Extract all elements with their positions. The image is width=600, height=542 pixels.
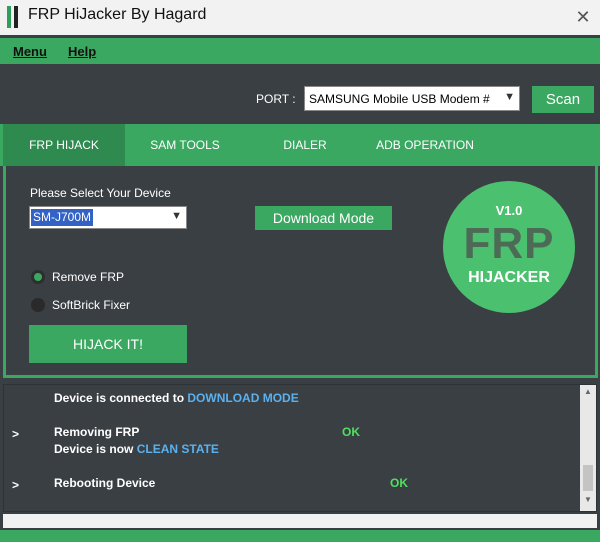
tab-dialer[interactable]: DIALER [255, 124, 355, 166]
status-bar [3, 514, 597, 528]
softbrick-fixer-radio[interactable] [31, 298, 45, 312]
log-ok-removing: OK [342, 425, 360, 439]
log-arrow: > [12, 427, 20, 441]
menu-item-menu[interactable]: Menu [13, 44, 47, 59]
close-icon[interactable]: ✕ [572, 6, 594, 28]
window-title: FRP HiJacker By Hagard [28, 6, 207, 23]
hijack-button[interactable]: HIJACK IT! [29, 325, 187, 363]
app-icon [7, 6, 21, 28]
logo-main-text: FRP [463, 219, 555, 268]
log-arrow: > [12, 478, 20, 492]
device-value: SM-J700M [31, 209, 94, 226]
logo-sub-text: HIJACKER [468, 269, 550, 286]
log-highlight-clean-state: CLEAN STATE [136, 442, 219, 456]
device-dropdown[interactable]: SM-J700M ▼ [29, 206, 187, 229]
tab-sam-tools[interactable]: SAM TOOLS [130, 124, 240, 166]
tab-frp-hijack[interactable]: FRP HIJACK [3, 124, 125, 166]
port-value: SAMSUNG Mobile USB Modem # [309, 92, 490, 106]
menu-bar: Menu Help [0, 38, 600, 64]
scroll-up-icon[interactable]: ▲ [580, 387, 596, 399]
softbrick-fixer-label[interactable]: SoftBrick Fixer [52, 298, 130, 312]
tab-bar: FRP HIJACK SAM TOOLS DIALER ADB OPERATIO… [0, 124, 600, 166]
menu-item-help[interactable]: Help [68, 44, 96, 59]
logo-version: V1.0 [495, 203, 523, 218]
log-line-removing: Removing FRP [54, 425, 140, 439]
scroll-down-icon[interactable]: ▼ [580, 495, 596, 507]
log-line-rebooting: Rebooting Device [54, 476, 156, 490]
chevron-down-icon: ▼ [504, 91, 515, 103]
port-dropdown[interactable]: SAMSUNG Mobile USB Modem # ▼ [304, 86, 520, 111]
chevron-down-icon: ▼ [171, 210, 182, 222]
log-scrollbar[interactable]: ▲ ▼ [580, 385, 596, 511]
scroll-thumb[interactable] [583, 465, 593, 491]
log-highlight-download-mode: DOWNLOAD MODE [187, 391, 299, 405]
log-ok-rebooting: OK [390, 476, 408, 490]
radio-selected-dot [34, 273, 42, 281]
remove-frp-label[interactable]: Remove FRP [52, 270, 124, 284]
log-output: Device is connected to DOWNLOAD MODE > R… [3, 384, 597, 512]
scan-button[interactable]: Scan [532, 86, 594, 113]
log-line-clean-state: Device is now CLEAN STATE [54, 442, 219, 456]
title-bar: FRP HiJacker By Hagard ✕ [0, 0, 600, 35]
frp-hijacker-logo: V1.0 FRP HIJACKER [443, 181, 575, 313]
bottom-strip [0, 530, 600, 542]
log-line-connected: Device is connected to DOWNLOAD MODE [54, 391, 299, 405]
remove-frp-radio[interactable] [31, 270, 45, 284]
device-label: Please Select Your Device [30, 186, 171, 200]
port-label: PORT : [256, 92, 296, 106]
download-mode-button[interactable]: Download Mode [255, 206, 392, 230]
tab-adb-operation[interactable]: ADB OPERATION [365, 124, 485, 166]
